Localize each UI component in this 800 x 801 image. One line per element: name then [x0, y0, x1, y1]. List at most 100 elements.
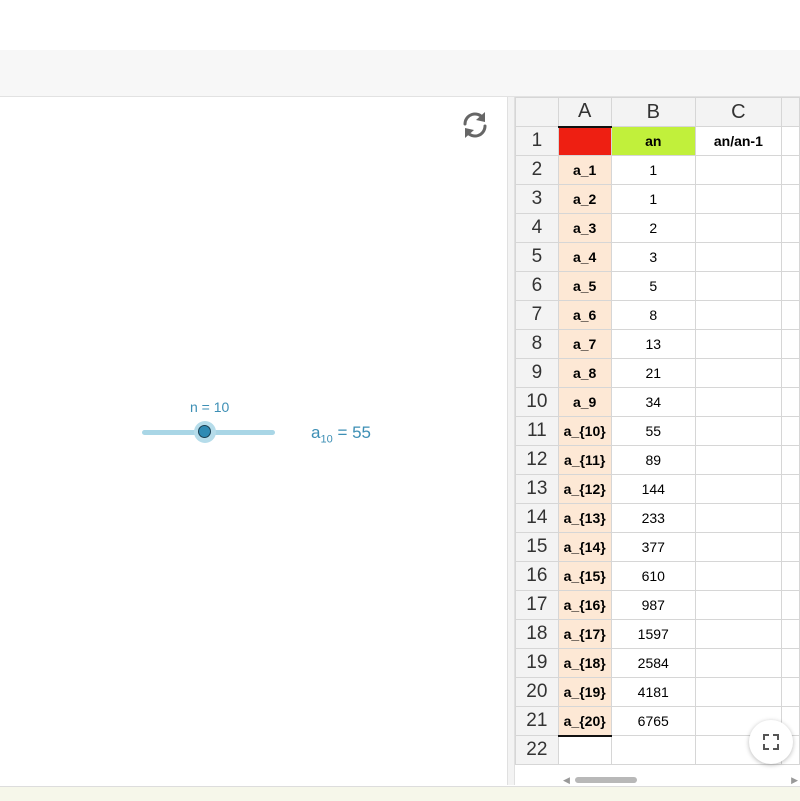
- cell-a2[interactable]: a_1: [557, 155, 612, 185]
- cell-b19[interactable]: 2584: [610, 648, 696, 678]
- cell-a9[interactable]: a_8: [557, 358, 612, 388]
- row-header[interactable]: 19: [515, 648, 559, 678]
- refresh-icon[interactable]: [458, 108, 492, 142]
- row-header[interactable]: 11: [515, 416, 559, 446]
- row-header[interactable]: 10: [515, 387, 559, 417]
- graphics-view[interactable]: [0, 97, 507, 785]
- cell-b2[interactable]: 1: [610, 155, 696, 185]
- cell-d4[interactable]: [780, 213, 800, 243]
- cell-b13[interactable]: 144: [610, 474, 696, 504]
- column-header-d[interactable]: [780, 97, 800, 127]
- cell-d15[interactable]: [780, 532, 800, 562]
- cell-d10[interactable]: [780, 387, 800, 417]
- row-header[interactable]: 20: [515, 677, 559, 707]
- cell-b5[interactable]: 3: [610, 242, 696, 272]
- row-header[interactable]: 7: [515, 300, 559, 330]
- row-header[interactable]: 1: [515, 126, 559, 156]
- cell-c8[interactable]: [694, 329, 782, 359]
- cell-c1[interactable]: an/an-1: [694, 126, 782, 156]
- cell-b4[interactable]: 2: [610, 213, 696, 243]
- column-header-c[interactable]: C: [694, 97, 782, 127]
- row-header[interactable]: 14: [515, 503, 559, 533]
- cell-c20[interactable]: [694, 677, 782, 707]
- cell-d12[interactable]: [780, 445, 800, 475]
- cell-a12[interactable]: a_{11}: [557, 445, 612, 475]
- cell-a5[interactable]: a_4: [557, 242, 612, 272]
- cell-a7[interactable]: a_6: [557, 300, 612, 330]
- spreadsheet-view[interactable]: A B C 1 an an/an-1 2 a_1 1 3 a_2 1 4 a_3 2 5 a_4 3 6…: [515, 97, 800, 785]
- cell-c4[interactable]: [694, 213, 782, 243]
- row-header[interactable]: 21: [515, 706, 559, 736]
- scroll-right-icon[interactable]: ▶: [791, 775, 798, 786]
- cell-b10[interactable]: 34: [610, 387, 696, 417]
- row-header[interactable]: 13: [515, 474, 559, 504]
- scroll-left-icon[interactable]: ◀: [563, 775, 570, 786]
- row-header[interactable]: 18: [515, 619, 559, 649]
- cell-b1[interactable]: an: [610, 126, 696, 156]
- cell-c14[interactable]: [694, 503, 782, 533]
- cell-a3[interactable]: a_2: [557, 184, 612, 214]
- row-header[interactable]: 9: [515, 358, 559, 388]
- cell-a10[interactable]: a_9: [557, 387, 612, 417]
- cell-a18[interactable]: a_{17}: [557, 619, 612, 649]
- cell-d16[interactable]: [780, 561, 800, 591]
- cell-c2[interactable]: [694, 155, 782, 185]
- cell-a6[interactable]: a_5: [557, 271, 612, 301]
- cell-b15[interactable]: 377: [610, 532, 696, 562]
- cell-d6[interactable]: [780, 271, 800, 301]
- view-divider[interactable]: [507, 97, 515, 785]
- row-header[interactable]: 4: [515, 213, 559, 243]
- cell-a16[interactable]: a_{15}: [557, 561, 612, 591]
- row-header[interactable]: 17: [515, 590, 559, 620]
- cell-d5[interactable]: [780, 242, 800, 272]
- cell-c9[interactable]: [694, 358, 782, 388]
- cell-d3[interactable]: [780, 184, 800, 214]
- cell-d9[interactable]: [780, 358, 800, 388]
- cell-a1[interactable]: [557, 125, 612, 156]
- cell-a14[interactable]: a_{13}: [557, 503, 612, 533]
- cell-b11[interactable]: 55: [610, 416, 696, 446]
- cell-a15[interactable]: a_{14}: [557, 532, 612, 562]
- cell-b9[interactable]: 21: [610, 358, 696, 388]
- cell-c3[interactable]: [694, 184, 782, 214]
- cell-a13[interactable]: a_{12}: [557, 474, 612, 504]
- row-header[interactable]: 16: [515, 561, 559, 591]
- cell-c10[interactable]: [694, 387, 782, 417]
- cell-d7[interactable]: [780, 300, 800, 330]
- cell-d20[interactable]: [780, 677, 800, 707]
- cell-c17[interactable]: [694, 590, 782, 620]
- cell-d13[interactable]: [780, 474, 800, 504]
- cell-d18[interactable]: [780, 619, 800, 649]
- row-header[interactable]: 3: [515, 184, 559, 214]
- cell-d14[interactable]: [780, 503, 800, 533]
- cell-d19[interactable]: [780, 648, 800, 678]
- cell-c7[interactable]: [694, 300, 782, 330]
- column-header-b[interactable]: B: [610, 97, 696, 127]
- cell-c12[interactable]: [694, 445, 782, 475]
- cell-b22[interactable]: [610, 735, 696, 765]
- cell-b12[interactable]: 89: [610, 445, 696, 475]
- cell-d2[interactable]: [780, 155, 800, 185]
- cell-b3[interactable]: 1: [610, 184, 696, 214]
- row-header[interactable]: 8: [515, 329, 559, 359]
- cell-d17[interactable]: [780, 590, 800, 620]
- corner-cell[interactable]: [515, 97, 559, 127]
- horizontal-scrollbar[interactable]: ◀ ▶: [561, 774, 800, 786]
- fullscreen-icon[interactable]: [749, 720, 793, 764]
- row-header[interactable]: 5: [515, 242, 559, 272]
- cell-c15[interactable]: [694, 532, 782, 562]
- cell-c13[interactable]: [694, 474, 782, 504]
- cell-b20[interactable]: 4181: [610, 677, 696, 707]
- cell-b7[interactable]: 8: [610, 300, 696, 330]
- scrollbar-thumb[interactable]: [575, 777, 637, 783]
- cell-b14[interactable]: 233: [610, 503, 696, 533]
- cell-b6[interactable]: 5: [610, 271, 696, 301]
- cell-a20[interactable]: a_{19}: [557, 677, 612, 707]
- cell-d11[interactable]: [780, 416, 800, 446]
- cell-c19[interactable]: [694, 648, 782, 678]
- cell-a17[interactable]: a_{16}: [557, 590, 612, 620]
- cell-a11[interactable]: a_{10}: [557, 416, 612, 446]
- row-header[interactable]: 15: [515, 532, 559, 562]
- cell-b21[interactable]: 6765: [610, 706, 696, 736]
- cell-a21[interactable]: a_{20}: [557, 706, 612, 737]
